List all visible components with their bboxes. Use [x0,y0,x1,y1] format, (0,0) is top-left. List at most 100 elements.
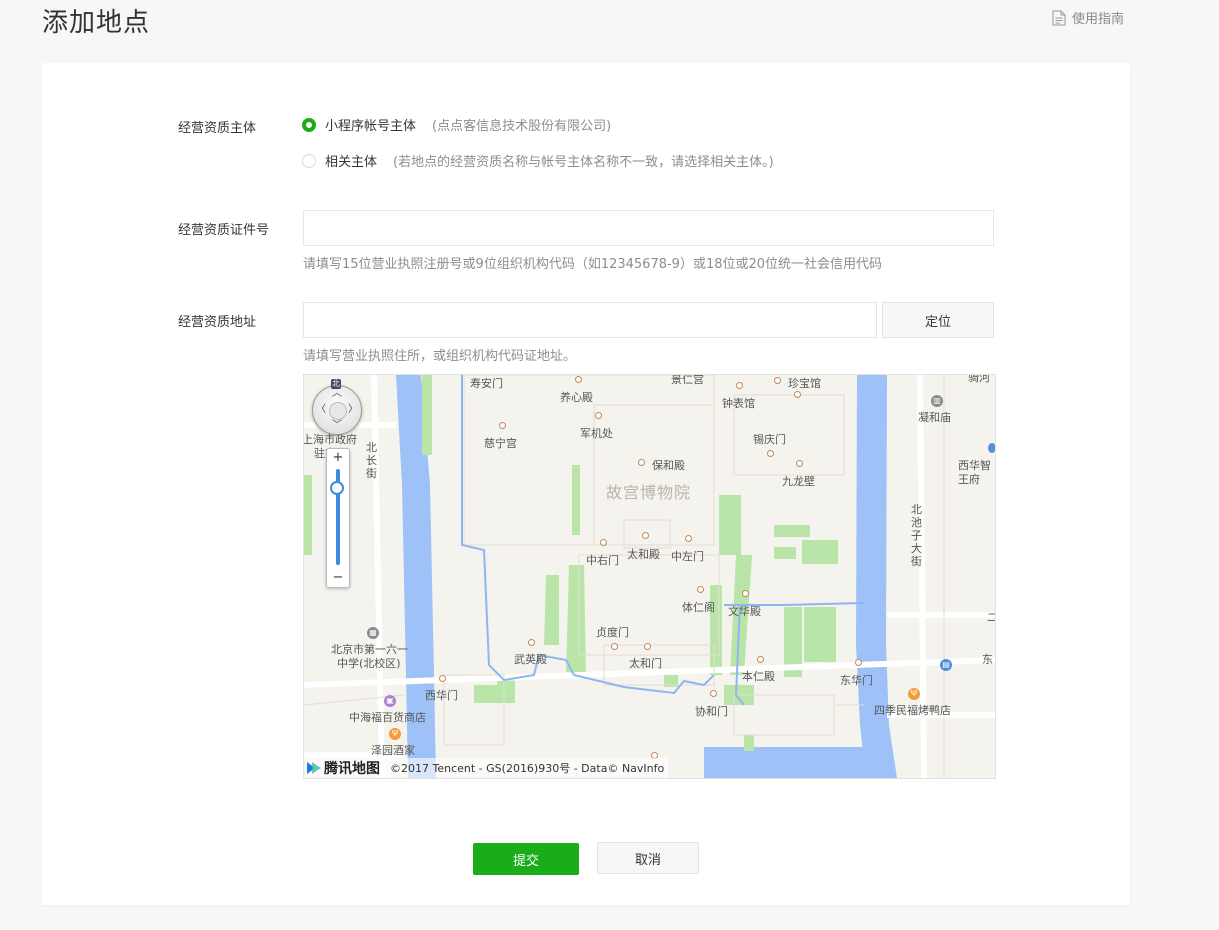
map-label: 本仁殿 [742,670,775,683]
map-label: 骑河 [968,374,990,384]
address-label: 经营资质地址 [178,315,257,330]
poi-marker [439,675,446,682]
map-label: 太和殿 [627,548,660,561]
map-label: 北池子大街 [911,503,922,568]
poi-marker [757,656,764,663]
map-label: 保和殿 [652,459,685,472]
license-label: 经营资质证件号 [178,223,270,238]
map-label: 武英殿 [514,653,547,666]
map-label: 贞度门 [596,626,629,639]
address-hint: 请填写营业执照住所，或组织机构代码证地址。 [303,349,577,364]
poi-marker [774,377,781,384]
map-label: 西华门 [425,689,458,702]
entity-option-hint: (若地点的经营资质名称与帐号主体名称不一致，请选择相关主体。) [393,155,774,170]
map-label: 二 [987,609,995,625]
page-title: 添加地点 [42,8,151,38]
license-hint: 请填写15位营业执照注册号或9位组织机构代码（如12345678-9）或18位或… [303,257,883,272]
map-label: 中右门 [586,554,619,567]
poi-marker [794,391,801,398]
poi-marker [855,659,862,666]
bus-icon: ▤ [940,659,952,671]
map-label: 泽园酒家 [371,744,415,757]
map-label: 太和门 [629,657,662,670]
poi-marker [697,586,704,593]
poi-marker [685,535,692,542]
poi-marker [499,422,506,429]
pan-center[interactable] [329,402,347,420]
poi-marker [796,460,803,467]
document-icon [1052,10,1066,26]
shopping-icon: ▣ [384,695,396,707]
entity-option-related[interactable]: 相关主体 (若地点的经营资质名称与帐号主体名称不一致，请选择相关主体。) [302,151,774,170]
zoom-slider-handle[interactable] [330,481,344,496]
map-label: 景仁宫 [671,374,704,386]
map-pan-control[interactable]: ︿ ﹀ 〈 〉 [312,385,362,435]
map-label: 锡庆门 [753,433,786,446]
cancel-button[interactable]: 取消 [597,842,699,874]
map-label: 军机处 [580,427,613,440]
address-input[interactable] [303,302,877,338]
map-label: 九龙壁 [782,475,815,488]
map-label: 珍宝馆 [788,377,821,390]
map-label: 中海福百货商店 [349,711,426,724]
map-label: 凝和庙 [918,411,951,424]
map-label: 中学(北校区) [337,657,401,670]
location-icon [988,443,995,453]
entity-option-account[interactable]: 小程序帐号主体 (点点客信息技术股份有限公司) [302,115,611,134]
map-logo: 腾讯地图 [306,758,380,778]
poi-marker [600,539,607,546]
form-card: 经营资质主体 小程序帐号主体 (点点客信息技术股份有限公司) 相关主体 (若地点… [42,63,1130,905]
submit-button[interactable]: 提交 [473,843,579,875]
map-label: 东 [982,653,993,666]
poi-marker [642,532,649,539]
temple-icon: ▥ [931,395,943,407]
map-center-label: 故宫博物院 [606,483,692,502]
license-input[interactable] [303,210,994,246]
map-label: 文华殿 [728,605,761,618]
poi-marker [644,643,651,650]
map-label: 钟表馆 [722,397,755,410]
guide-link[interactable]: 使用指南 [1052,8,1124,27]
entity-option-label: 相关主体 [325,155,378,170]
map-label: 协和门 [695,705,728,718]
map-label: 体仁阁 [682,601,715,614]
restaurant-icon: Ψ [908,688,920,700]
north-icon: 北 [331,379,341,389]
map-label: 东华门 [840,674,873,687]
poi-marker [710,690,717,697]
map-label: 养心殿 [560,391,593,404]
locate-button[interactable]: 定位 [882,302,994,338]
poi-marker [595,412,602,419]
poi-marker [742,590,749,597]
map-logo-text: 腾讯地图 [324,761,380,777]
pan-right-icon[interactable]: 〉 [348,405,358,415]
entity-label: 经营资质主体 [178,121,257,136]
poi-marker [736,382,743,389]
radio-checked[interactable] [302,117,316,132]
poi-marker [575,376,582,383]
pan-down-icon[interactable]: ﹀ [332,421,342,431]
pan-up-icon[interactable]: ︿ [332,389,342,399]
map-view[interactable]: 寿安门 养心殿 景仁宫 珍宝馆 钟表馆 慈宁宫 军机处 锡庆门 保和殿 九龙壁 … [303,374,996,779]
entity-option-label: 小程序帐号主体 [325,119,417,134]
poi-marker [638,459,645,466]
map-label: 王府 [958,473,980,486]
guide-label: 使用指南 [1072,12,1125,27]
zoom-in-button[interactable]: + [327,451,349,465]
map-label: 慈宁宫 [484,437,517,450]
poi-marker [767,450,774,457]
zoom-out-button[interactable]: − [327,571,349,585]
map-attribution: 腾讯地图 ©2017 Tencent - GS(2016)930号 - Data… [306,758,669,778]
school-icon: ▦ [367,627,379,639]
pan-left-icon[interactable]: 〈 [316,405,326,415]
map-label: 中左门 [671,550,704,563]
radio-unchecked[interactable] [302,153,316,168]
entity-option-hint: (点点客信息技术股份有限公司) [432,119,612,134]
restaurant-icon: Ψ [389,728,401,740]
tencent-map-logo-icon [307,762,321,774]
map-label: 寿安门 [470,377,503,390]
map-copyright-text: ©2017 Tencent - GS(2016)930号 - Data© Nav… [390,762,665,775]
map-zoom-control[interactable]: + − [326,448,350,588]
poi-marker [611,643,618,650]
map-label: 四季民福烤鸭店 [874,704,951,717]
